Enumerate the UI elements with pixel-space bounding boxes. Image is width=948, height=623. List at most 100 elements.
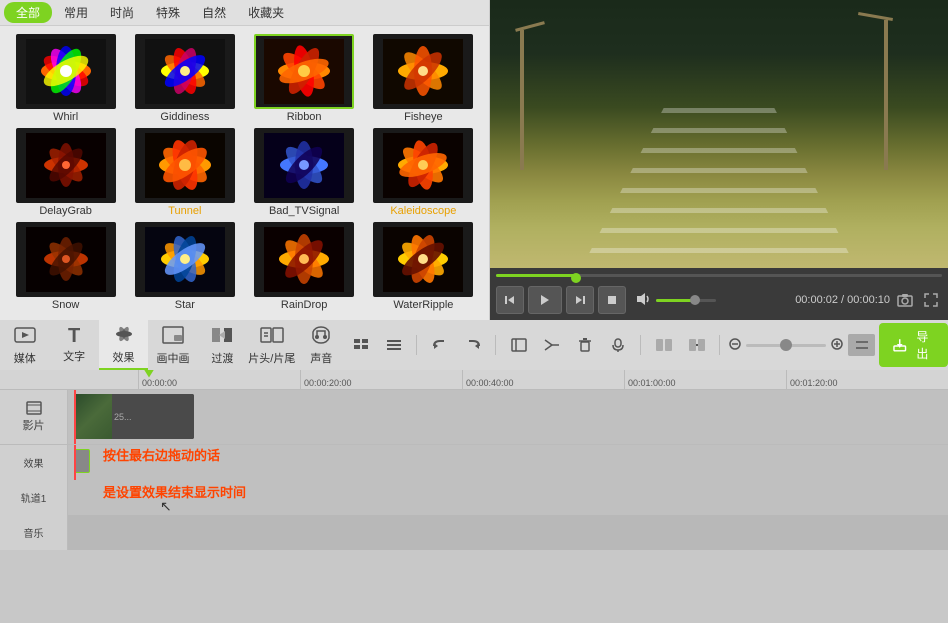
- track-effects-label: 效果: [0, 445, 68, 480]
- audio-icon: [310, 325, 332, 348]
- mic-button[interactable]: [603, 332, 632, 358]
- effect-thumb-ribbon: [254, 34, 354, 109]
- effect-fisheye[interactable]: Fisheye: [366, 34, 481, 124]
- scissors-button[interactable]: [537, 332, 566, 358]
- video-clip[interactable]: 25...: [74, 394, 194, 439]
- track-1: 轨道1 是设置效果结束显示时间 ↖: [0, 480, 948, 515]
- split-button[interactable]: [649, 332, 678, 358]
- effects-icon: [113, 324, 135, 347]
- clip-thumb: [74, 394, 112, 439]
- track-movie-name: 影片: [23, 417, 45, 433]
- zoom-control: [728, 337, 844, 354]
- skip-forward-button[interactable]: [566, 286, 594, 314]
- effect-thumb-raindrop: [254, 222, 354, 297]
- export-button[interactable]: 导出: [879, 323, 948, 367]
- track-movie: 影片 25...: [0, 390, 948, 445]
- effect-label-star: Star: [175, 299, 195, 311]
- progress-track[interactable]: [496, 274, 942, 277]
- effect-thumb-kaleidoscope: [373, 128, 473, 203]
- effect-whirl[interactable]: Whirl: [8, 34, 123, 124]
- zoom-handle[interactable]: [780, 339, 792, 351]
- filter-tab-common[interactable]: 常用: [54, 2, 98, 23]
- preview-panel: 00:00:02 / 00:00:10: [490, 0, 948, 320]
- cut-insert-button[interactable]: [504, 332, 533, 358]
- redo-button[interactable]: [458, 332, 487, 358]
- effect-label-snow: Snow: [52, 299, 80, 311]
- effects-library: 全部 常用 时尚 特殊 自然 收藏夹: [0, 0, 490, 320]
- track-1-name: 轨道1: [21, 490, 47, 505]
- tool-transition[interactable]: 过渡: [198, 320, 247, 370]
- effect-thumb-delaygrab: [16, 128, 116, 203]
- zoom-out-button[interactable]: [728, 337, 742, 354]
- ruler-mark-2: 00:00:40:00: [462, 370, 624, 390]
- volume-slider[interactable]: [656, 299, 716, 302]
- play-button[interactable]: [528, 286, 562, 314]
- screenshot-button[interactable]: [894, 289, 916, 311]
- list-view-button[interactable]: [346, 332, 375, 358]
- filter-tab-fashion[interactable]: 时尚: [100, 2, 144, 23]
- delete-button[interactable]: [570, 332, 599, 358]
- effect-label-kaleidoscope: Kaleidoscope: [390, 205, 456, 217]
- settings-button[interactable]: [848, 334, 875, 356]
- media-icon: [14, 325, 36, 348]
- tool-title-end[interactable]: 片头/片尾: [247, 320, 296, 370]
- tool-transition-label: 过渡: [211, 350, 233, 366]
- filter-tabs: 全部 常用 时尚 特殊 自然 收藏夹: [0, 0, 489, 26]
- toolbar-right: 导出: [346, 323, 948, 367]
- progress-handle[interactable]: [571, 273, 581, 283]
- stop-button[interactable]: [598, 286, 626, 314]
- tools-toolbar: 媒体 T 文字 效果: [0, 320, 948, 370]
- effect-clip[interactable]: [74, 449, 90, 473]
- effect-bad-tvsignal[interactable]: Bad_TVSignal: [247, 128, 362, 218]
- road-scene: [490, 0, 948, 268]
- clip-label-area: 25...: [112, 394, 194, 439]
- tool-effects[interactable]: 效果: [99, 320, 148, 370]
- effect-raindrop[interactable]: RainDrop: [247, 222, 362, 312]
- effect-snow[interactable]: Snow: [8, 222, 123, 312]
- tool-audio-label: 声音: [310, 350, 332, 366]
- track-audio-label: 音乐: [0, 515, 68, 550]
- effect-giddiness[interactable]: Giddiness: [127, 34, 242, 124]
- effect-thumb-waterripple: [373, 222, 473, 297]
- expand-button[interactable]: [920, 289, 942, 311]
- effect-label-whirl: Whirl: [53, 111, 78, 123]
- effect-waterripple[interactable]: WaterRipple: [366, 222, 481, 312]
- light-arm-right: [858, 12, 893, 21]
- track-movie-label: 影片: [0, 390, 68, 444]
- zoom-in-button[interactable]: [830, 337, 844, 354]
- export-label: 导出: [911, 328, 934, 362]
- tool-audio[interactable]: 声音: [297, 320, 346, 370]
- effect-thumb-giddiness: [135, 34, 235, 109]
- effect-thumb-star: [135, 222, 235, 297]
- track-effects: 效果 按住最右边拖动的话: [0, 445, 948, 480]
- filter-tab-all[interactable]: 全部: [4, 2, 52, 23]
- undo-button[interactable]: [425, 332, 454, 358]
- zoom-slider[interactable]: [746, 344, 826, 347]
- tool-pic-in-pic-label: 画中画: [156, 350, 189, 366]
- timeline-view-button[interactable]: [379, 332, 408, 358]
- skip-back-button[interactable]: [496, 286, 524, 314]
- effect-delaygrab[interactable]: DelayGrab: [8, 128, 123, 218]
- filter-tab-special[interactable]: 特殊: [146, 2, 190, 23]
- title-end-icon: [260, 325, 284, 348]
- effect-thumb-fisheye: [373, 34, 473, 109]
- filter-tab-favorites[interactable]: 收藏夹: [238, 2, 294, 23]
- track-audio-content: [68, 515, 948, 550]
- tool-media[interactable]: 媒体: [0, 320, 49, 370]
- text-icon: T: [68, 326, 80, 346]
- effect-tunnel[interactable]: Tunnel: [127, 128, 242, 218]
- merge-button[interactable]: [682, 332, 711, 358]
- effect-ribbon[interactable]: Ribbon: [247, 34, 362, 124]
- track-1-content: 是设置效果结束显示时间 ↖: [68, 480, 948, 515]
- tool-text[interactable]: T 文字: [49, 320, 98, 370]
- volume-handle[interactable]: [690, 295, 700, 305]
- effect-kaleidoscope[interactable]: Kaleidoscope: [366, 128, 481, 218]
- tool-pic-in-pic[interactable]: 画中画: [148, 320, 197, 370]
- filter-tab-nature[interactable]: 自然: [192, 2, 236, 23]
- annotation-line1: 按住最右边拖动的话: [103, 445, 220, 464]
- effect-star[interactable]: Star: [127, 222, 242, 312]
- track-effects-name: 效果: [24, 455, 44, 470]
- effect-label-bad-tvsignal: Bad_TVSignal: [269, 205, 339, 217]
- road-markings: [582, 107, 857, 268]
- light-arm-left: [515, 21, 545, 32]
